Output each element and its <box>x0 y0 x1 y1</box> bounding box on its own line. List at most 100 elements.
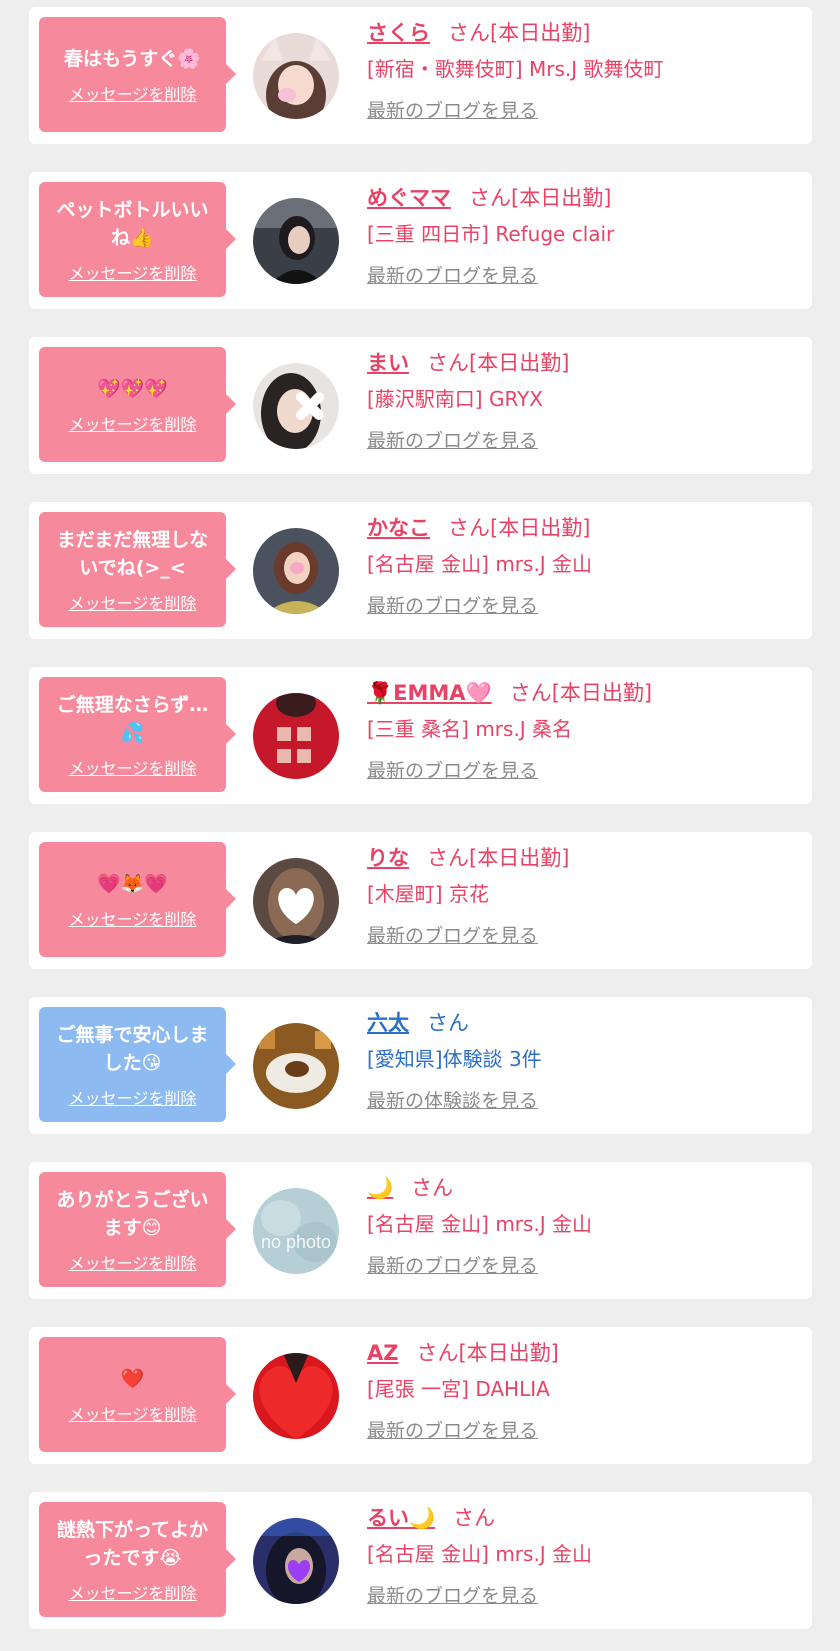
message-card: 💗🦊💗 メッセージを削除 りな さん[本日出勤] [木屋町] 京花 最新のブログを… <box>29 832 812 969</box>
sender-info: 🌙 さん [名古屋 金山] mrs.J 金山 最新のブログを見る <box>367 1174 802 1280</box>
sender-line: 🌹EMMA🩷 さん[本日出勤] <box>367 679 802 707</box>
avatar[interactable] <box>253 1518 339 1604</box>
message-text: ご無事で安心しました😘 <box>56 1023 209 1074</box>
message-bubble: ペットボトルいいね👍 メッセージを削除 <box>39 182 236 297</box>
message-card: ご無理なさらず…💦 メッセージを削除 🌹EMMA🩷 さん[本日出勤] [三重 桑名… <box>29 667 812 804</box>
latest-blog-link[interactable]: 最新のブログを見る <box>367 427 802 455</box>
latest-blog-link[interactable]: 最新のブログを見る <box>367 1417 802 1445</box>
sender-name-link[interactable]: かなこ <box>367 516 430 540</box>
sender-info: かなこ さん[本日出勤] [名古屋 金山] mrs.J 金山 最新のブログを見る <box>367 514 802 620</box>
shop-name: [三重 四日市] Refuge clair <box>367 222 615 246</box>
sender-name-link[interactable]: めぐママ <box>367 186 451 210</box>
avatar[interactable] <box>253 363 339 449</box>
latest-blog-link[interactable]: 最新のブログを見る <box>367 922 802 950</box>
message-bubble: ご無理なさらず…💦 メッセージを削除 <box>39 677 236 792</box>
status-label: [本日出勤] <box>458 1341 559 1365</box>
message-card: ありがとうございます😊 メッセージを削除 no photo 🌙 さん [名古屋 金… <box>29 1162 812 1299</box>
sender-name-link[interactable]: りな <box>367 846 409 870</box>
message-bubble: 春はもうすぐ🌸 メッセージを削除 <box>39 17 236 132</box>
latest-review-link[interactable]: 最新の体験談を見る <box>367 1087 802 1115</box>
latest-blog-link[interactable]: 最新のブログを見る <box>367 757 802 785</box>
shop-name: [名古屋 金山] mrs.J 金山 <box>367 552 593 576</box>
message-bubble: ありがとうございます😊 メッセージを削除 <box>39 1172 236 1287</box>
message-bubble: 謎熱下がってよかったです😭 メッセージを削除 <box>39 1502 236 1617</box>
message-card: まだまだ無理しないでね(>_< メッセージを削除 かなこ さん[本日出勤] [名古… <box>29 502 812 639</box>
sender-name-link[interactable]: 六太 <box>367 1011 409 1035</box>
avatar[interactable] <box>253 198 339 284</box>
honorific: さん <box>416 1341 459 1365</box>
message-bubble: まだまだ無理しないでね(>_< メッセージを削除 <box>39 512 236 627</box>
blurred-face-photo-icon <box>253 363 339 449</box>
message-bubble: 💗🦊💗 メッセージを削除 <box>39 842 236 957</box>
delete-message-link[interactable]: メッセージを削除 <box>69 590 197 614</box>
latest-blog-link[interactable]: 最新のブログを見る <box>367 1582 802 1610</box>
avatar[interactable] <box>253 1353 339 1439</box>
shop-name: [藤沢駅南口] GRYX <box>367 387 543 411</box>
sender-name-link[interactable]: 🌹EMMA🩷 <box>367 681 492 705</box>
review-count: [愛知県]体験談 3件 <box>367 1047 542 1071</box>
latest-blog-link[interactable]: 最新のブログを見る <box>367 592 802 620</box>
message-card: 春はもうすぐ🌸 メッセージを削除 さくら さん[本日出勤] [新宿・歌舞伎町] M… <box>29 7 812 144</box>
sender-info: りな さん[本日出勤] [木屋町] 京花 最新のブログを見る <box>367 844 802 950</box>
honorific: さん <box>448 516 490 540</box>
delete-message-link[interactable]: メッセージを削除 <box>69 81 197 105</box>
honorific: さん <box>427 1011 469 1035</box>
avatar[interactable] <box>253 693 339 779</box>
sender-name-link[interactable]: るい🌙 <box>367 1506 435 1530</box>
shop-name: [名古屋 金山] mrs.J 金山 <box>367 1212 593 1236</box>
sender-name-link[interactable]: まい <box>367 351 409 375</box>
dark-hair-girl-photo-icon <box>253 198 339 284</box>
avatar[interactable] <box>253 528 339 614</box>
honorific: さん <box>453 1506 496 1530</box>
sender-name-link[interactable]: さくら <box>367 21 430 45</box>
honorific: さん <box>427 351 469 375</box>
qipao-girl-photo-icon <box>253 528 339 614</box>
message-card: ご無事で安心しました😘 メッセージを削除 六太 さん [愛知県]体験談 3件 最新… <box>29 997 812 1134</box>
sender-line: めぐママ さん[本日出勤] <box>367 184 802 212</box>
message-text: まだまだ無理しないでね(>_< <box>56 528 209 579</box>
sender-info: AZ さん[本日出勤] [尾張 一宮] DAHLIA 最新のブログを見る <box>367 1339 802 1445</box>
delete-message-link[interactable]: メッセージを削除 <box>69 411 197 435</box>
status-label: [本日出勤] <box>490 21 591 45</box>
delete-message-link[interactable]: メッセージを削除 <box>69 755 197 779</box>
avatar[interactable] <box>253 858 339 944</box>
delete-message-link[interactable]: メッセージを削除 <box>69 1401 197 1425</box>
latest-blog-link[interactable]: 最新のブログを見る <box>367 1252 802 1280</box>
status-label: [本日出勤] <box>551 681 653 705</box>
purple-heart-selfie-photo-icon <box>253 1518 339 1604</box>
delete-message-link[interactable]: メッセージを削除 <box>69 1085 197 1109</box>
sender-name-link[interactable]: 🌙 <box>367 1176 393 1200</box>
message-text: ありがとうございます😊 <box>56 1188 209 1239</box>
message-bubble: ご無事で安心しました😘 メッセージを削除 <box>39 1007 236 1122</box>
sender-line: まい さん[本日出勤] <box>367 349 802 377</box>
message-card: 謎熱下がってよかったです😭 メッセージを削除 るい🌙 さん [名古屋 金山] mr… <box>29 1492 812 1629</box>
cat-ear-girl-photo-icon <box>253 33 339 119</box>
message-text: 💗🦊💗 <box>97 872 168 895</box>
shop-name: [木屋町] 京花 <box>367 882 489 906</box>
message-text: 💖💖💖 <box>97 377 168 400</box>
avatar[interactable] <box>253 33 339 119</box>
message-bubble: ❤️ メッセージを削除 <box>39 1337 236 1452</box>
message-text: ペットボトルいいね👍 <box>56 198 209 249</box>
cake-plate-photo-icon <box>253 1023 339 1109</box>
message-text: ❤️ <box>120 1367 145 1390</box>
sender-line: るい🌙 さん <box>367 1504 802 1532</box>
sender-info: るい🌙 さん [名古屋 金山] mrs.J 金山 最新のブログを見る <box>367 1504 802 1610</box>
message-card: 💖💖💖 メッセージを削除 まい さん[本日出勤] [藤沢駅南口] GRYX 最新の… <box>29 337 812 474</box>
sender-line: かなこ さん[本日出勤] <box>367 514 802 542</box>
latest-blog-link[interactable]: 最新のブログを見る <box>367 262 802 290</box>
delete-message-link[interactable]: メッセージを削除 <box>69 1250 197 1274</box>
honorific: さん <box>427 846 469 870</box>
avatar[interactable] <box>253 1023 339 1109</box>
delete-message-link[interactable]: メッセージを削除 <box>69 260 197 284</box>
message-text: 春はもうすぐ🌸 <box>63 47 202 70</box>
status-label: [本日出勤] <box>511 186 612 210</box>
sender-line: 六太 さん <box>367 1009 802 1037</box>
latest-blog-link[interactable]: 最新のブログを見る <box>367 97 802 125</box>
delete-message-link[interactable]: メッセージを削除 <box>69 906 197 930</box>
delete-message-link[interactable]: メッセージを削除 <box>69 1580 197 1604</box>
avatar[interactable]: no photo <box>253 1188 339 1274</box>
honorific: さん <box>448 21 490 45</box>
sender-name-link[interactable]: AZ <box>367 1341 398 1365</box>
sender-info: さくら さん[本日出勤] [新宿・歌舞伎町] Mrs.J 歌舞伎町 最新のブログを… <box>367 19 802 125</box>
